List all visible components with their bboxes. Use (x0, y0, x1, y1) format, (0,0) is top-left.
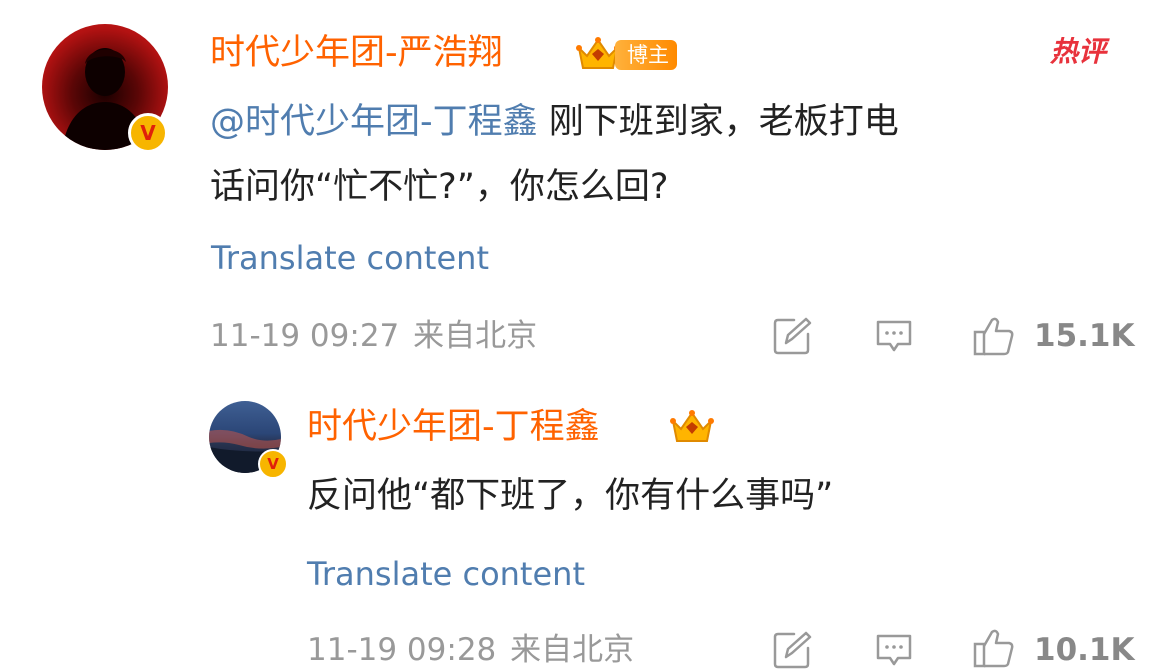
repost-icon[interactable] (772, 316, 812, 356)
reply-date: 11-19 09:28 (307, 632, 497, 668)
repost-icon[interactable] (772, 630, 812, 670)
comment-date: 11-19 09:27 (210, 318, 400, 354)
translate-content-link[interactable]: Translate content (307, 554, 585, 594)
comment-location: 来自北京 (413, 318, 538, 354)
hot-comment-badge: 热评 (1050, 35, 1107, 68)
mention-link[interactable]: @时代少年团-丁程鑫 (210, 102, 538, 142)
comment-text-line2: 话问你“忙不忙?”，你怎么回? (210, 167, 669, 207)
comment-icon[interactable] (874, 630, 914, 670)
comment-username[interactable]: 时代少年团-严浩翔 (210, 33, 503, 73)
comment-text-part1: 刚下班到家，老板打电 (537, 102, 899, 142)
translate-content-link[interactable]: Translate content (211, 238, 489, 278)
comment-meta: 11-19 09:27 来自北京 (210, 316, 537, 356)
reply-username[interactable]: 时代少年团-丁程鑫 (307, 407, 600, 447)
like-count: 15.1K (1034, 318, 1135, 354)
comment-text: @时代少年团-丁程鑫 刚下班到家，老板打电 话问你“忙不忙?”，你怎么回? (210, 90, 1130, 220)
comment-text-line1: @时代少年团-丁程鑫 刚下班到家，老板打电 (210, 90, 1130, 155)
crown-icon (670, 410, 714, 442)
comment-icon[interactable] (874, 316, 914, 356)
like-icon[interactable] (972, 626, 1016, 670)
verified-v-icon: V (258, 449, 288, 479)
reply-text: 反问他“都下班了，你有什么事吗” (307, 476, 834, 516)
reply-location: 来自北京 (510, 632, 635, 668)
like-icon[interactable] (972, 314, 1016, 358)
like-count: 10.1K (1034, 632, 1135, 668)
verified-v-icon: V (128, 113, 168, 153)
reply-meta: 11-19 09:28 来自北京 (307, 630, 634, 670)
blogger-tag: 博主 (615, 40, 677, 70)
